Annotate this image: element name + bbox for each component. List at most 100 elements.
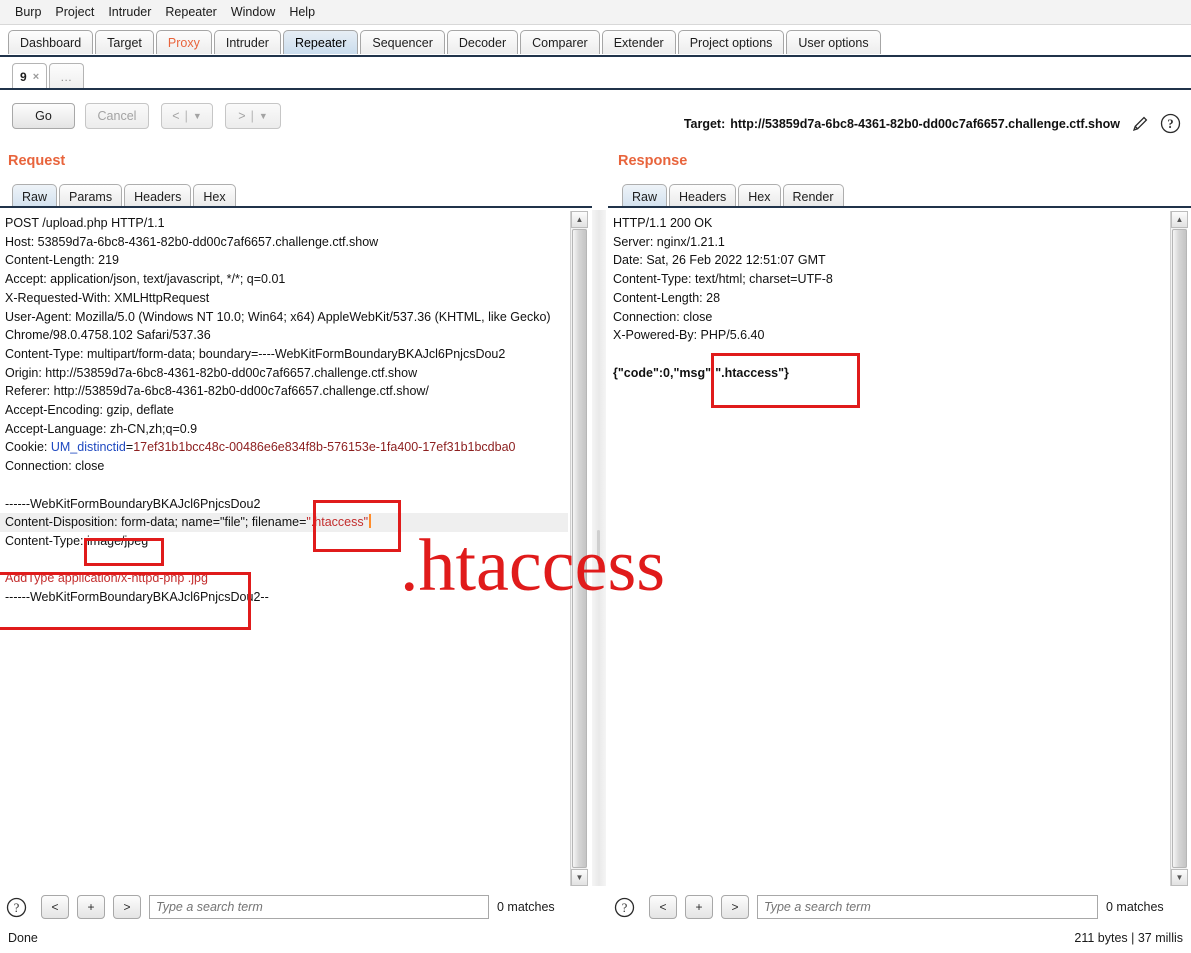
- response-tab-headers[interactable]: Headers: [669, 184, 737, 208]
- back-button[interactable]: < | ▼: [161, 103, 213, 129]
- menu-item-burp[interactable]: Burp: [8, 3, 48, 21]
- search-matches-count: 0 matches: [1106, 900, 1164, 914]
- search-input[interactable]: [757, 895, 1098, 919]
- request-line: Origin: http://53859d7a-6bc8-4361-82b0-d…: [5, 365, 418, 380]
- search-add-button[interactable]: +: [685, 895, 713, 919]
- content-type-value: image/jpeg: [87, 533, 149, 548]
- response-subtab-underline: [608, 206, 1191, 208]
- scroll-up-icon[interactable]: ▲: [571, 211, 588, 228]
- splitter-grip[interactable]: [597, 530, 600, 564]
- request-body-boundary-close: ------WebKitFormBoundaryBKAJcl6PnjcsDou2…: [5, 590, 269, 605]
- menu-item-window[interactable]: Window: [224, 3, 282, 21]
- search-prev-button[interactable]: <: [649, 895, 677, 919]
- status-metrics: 211 bytes | 37 millis: [1074, 931, 1183, 945]
- menu-item-intruder[interactable]: Intruder: [101, 3, 158, 21]
- request-subtab-bar: Raw Params Headers Hex: [12, 182, 238, 208]
- search-next-button[interactable]: >: [113, 895, 141, 919]
- menu-item-help[interactable]: Help: [282, 3, 322, 21]
- menu-item-project[interactable]: Project: [48, 3, 101, 21]
- tab-repeater[interactable]: Repeater: [282, 30, 359, 55]
- tab-sequencer[interactable]: Sequencer: [360, 30, 445, 55]
- tab-user-options[interactable]: User options: [786, 30, 881, 55]
- burp-suite-window: Burp Project Intruder Repeater Window He…: [0, 0, 1191, 953]
- response-subtab-bar: Raw Headers Hex Render: [622, 182, 846, 208]
- request-line: Accept-Language: zh-CN,zh;q=0.9: [5, 421, 198, 436]
- chevron-down-icon[interactable]: ▼: [193, 111, 202, 121]
- cookie-name: UM_distinctid: [50, 440, 126, 455]
- request-editor[interactable]: POST /upload.php HTTP/1.1 Host: 53859d7a-…: [0, 210, 568, 886]
- go-button[interactable]: Go: [12, 103, 75, 129]
- repeater-tab-more[interactable]: …: [49, 63, 85, 89]
- request-tab-hex[interactable]: Hex: [193, 184, 236, 208]
- scroll-down-icon[interactable]: ▼: [571, 869, 588, 886]
- request-scrollbar[interactable]: ▲ ▼: [570, 211, 588, 886]
- request-body-content-type-line: Content-Type: image/jpeg: [5, 532, 564, 551]
- request-body-payload: AddType application/x-httpd-php .jpg: [5, 571, 208, 586]
- forward-arrow-icon: >: [238, 109, 246, 123]
- chevron-down-icon[interactable]: ▼: [259, 111, 268, 121]
- request-subtab-underline: [0, 206, 592, 208]
- scroll-thumb[interactable]: [572, 229, 587, 868]
- request-line: Content-Type: multipart/form-data; bound…: [5, 346, 506, 361]
- tab-comparer[interactable]: Comparer: [520, 30, 600, 55]
- tab-intruder[interactable]: Intruder: [213, 30, 281, 55]
- back-arrow-icon: <: [172, 109, 180, 123]
- tab-proxy[interactable]: Proxy: [155, 30, 212, 55]
- response-editor[interactable]: HTTP/1.1 200 OK Server: nginx/1.21.1 Date:…: [608, 210, 1160, 886]
- response-scrollbar[interactable]: ▲ ▼: [1170, 211, 1188, 886]
- cookie-label: Cookie:: [5, 440, 51, 455]
- scroll-thumb[interactable]: [1172, 229, 1187, 868]
- request-line: Referer: http://53859d7a-6bc8-4361-82b0-…: [5, 384, 429, 399]
- pencil-icon[interactable]: [1130, 114, 1150, 134]
- status-text: Done: [8, 931, 38, 945]
- help-icon[interactable]: ?: [1160, 113, 1181, 134]
- request-line-cookie: Cookie: UM_distinctid=17ef31b1bcc48c-004…: [5, 438, 564, 457]
- request-tab-raw[interactable]: Raw: [12, 184, 58, 208]
- response-tab-raw[interactable]: Raw: [622, 184, 668, 208]
- request-body-boundary-open: ------WebKitFormBoundaryBKAJcl6PnjcsDou2: [5, 496, 261, 511]
- search-add-button[interactable]: +: [77, 895, 105, 919]
- tab-extender[interactable]: Extender: [601, 30, 676, 55]
- request-line-user-agent: User-Agent: Mozilla/5.0 (Windows NT 10.0…: [5, 309, 555, 343]
- response-tab-render[interactable]: Render: [782, 184, 844, 208]
- request-line: Connection: close: [5, 459, 105, 474]
- help-icon[interactable]: ?: [6, 897, 27, 918]
- response-blank-line: [613, 345, 1156, 364]
- tab-dashboard[interactable]: Dashboard: [8, 30, 94, 55]
- pane-splitter[interactable]: [592, 210, 606, 886]
- request-tab-params[interactable]: Params: [59, 184, 123, 208]
- response-tab-hex[interactable]: Hex: [738, 184, 781, 208]
- request-line: Accept: application/json, text/javascrip…: [5, 272, 286, 287]
- tab-decoder[interactable]: Decoder: [446, 30, 519, 55]
- search-matches-count: 0 matches: [497, 900, 555, 914]
- cancel-button[interactable]: Cancel: [85, 103, 149, 129]
- request-body-disposition-line: Content-Disposition: form-data; name="fi…: [0, 513, 568, 532]
- help-icon[interactable]: ?: [614, 897, 635, 918]
- scroll-down-icon[interactable]: ▼: [1171, 869, 1188, 886]
- repeater-tab-bar: 9 × …: [0, 60, 1191, 89]
- search-input[interactable]: [149, 895, 489, 919]
- target-label: Target:: [683, 116, 726, 131]
- request-tab-headers[interactable]: Headers: [124, 184, 192, 208]
- response-line: Date: Sat, 26 Feb 2022 12:51:07 GMT: [613, 253, 826, 268]
- main-tab-bar: Dashboard Target Proxy Intruder Repeater…: [0, 27, 1191, 55]
- response-line: Content-Type: text/html; charset=UTF-8: [613, 272, 833, 287]
- menu-item-repeater[interactable]: Repeater: [158, 3, 223, 21]
- tab-target[interactable]: Target: [95, 30, 154, 55]
- status-bar: Done 211 bytes | 37 millis: [0, 928, 1191, 953]
- forward-button[interactable]: > | ▼: [225, 103, 281, 129]
- request-blank-line: [5, 551, 564, 570]
- close-icon[interactable]: ×: [33, 71, 39, 83]
- tab-project-options[interactable]: Project options: [677, 30, 785, 55]
- response-search-bar: ? < + > 0 matches: [614, 893, 1164, 921]
- search-next-button[interactable]: >: [721, 895, 749, 919]
- svg-text:?: ?: [622, 901, 628, 915]
- search-prev-button[interactable]: <: [41, 895, 69, 919]
- repeater-tab-9[interactable]: 9 ×: [12, 63, 48, 89]
- response-line: Server: nginx/1.21.1: [613, 234, 725, 249]
- scroll-up-icon[interactable]: ▲: [1171, 211, 1188, 228]
- response-line: HTTP/1.1 200 OK: [613, 216, 713, 230]
- repeater-tab-underline: [0, 88, 1191, 90]
- svg-text:?: ?: [1167, 117, 1173, 131]
- cookie-value: 17ef31b1bcc48c-00486e6e834f8b-576153e-1f…: [133, 440, 516, 455]
